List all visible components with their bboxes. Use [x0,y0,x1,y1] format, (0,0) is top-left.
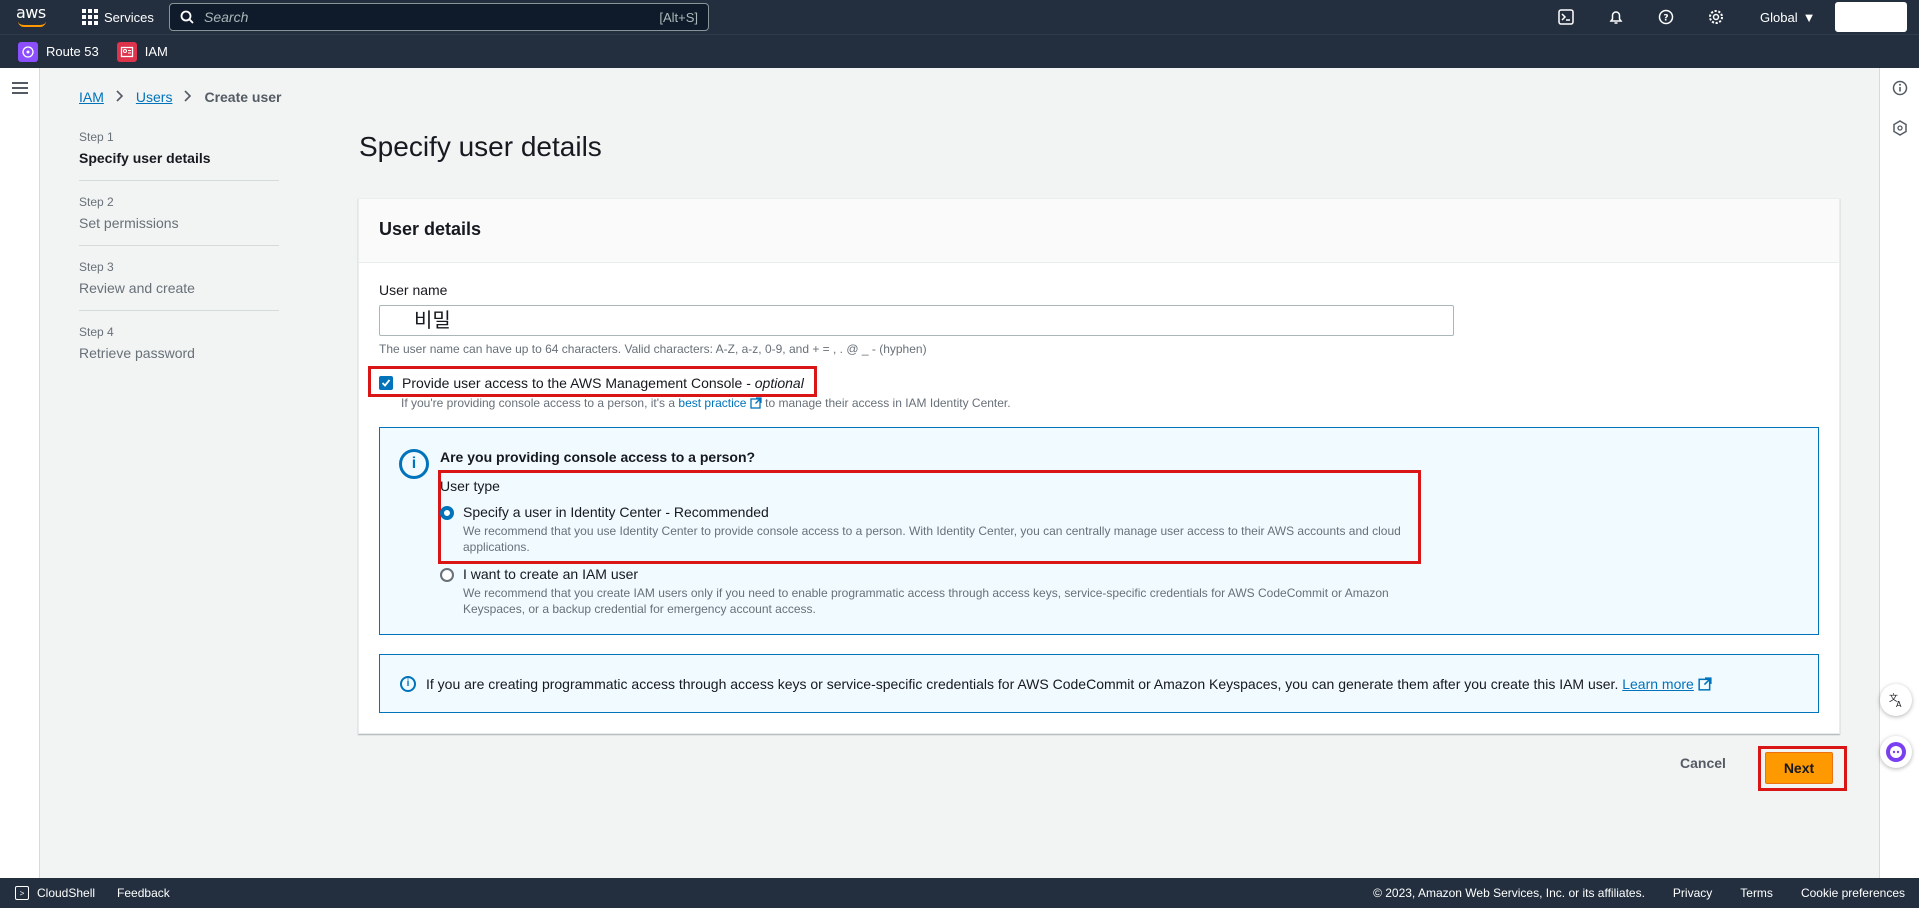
cloudshell-icon: > [15,886,29,900]
learn-more-link[interactable]: Learn more [1622,676,1694,692]
assistant-chat-icon[interactable] [1880,736,1912,768]
favorite-iam[interactable]: IAM [116,41,168,62]
console-access-checkbox[interactable] [379,376,393,390]
footer: > CloudShell Feedback © 2023, Amazon Web… [0,878,1919,908]
chevron-right-icon [184,89,192,105]
search-icon [180,10,194,24]
cloudshell-button[interactable]: > CloudShell [15,886,95,900]
cancel-button[interactable]: Cancel [1680,755,1726,771]
services-label: Services [104,9,154,25]
radio-option-identity-center[interactable]: Specify a user in Identity Center - Reco… [440,504,1423,555]
wizard-step-1[interactable]: Step 1 Specify user details [79,130,279,181]
radio-option-description: We recommend that you create IAM users o… [463,586,1389,616]
hexagon-settings-icon[interactable] [1892,120,1908,139]
route53-service-icon [18,41,38,62]
favorite-route53[interactable]: Route 53 [18,41,99,62]
step-number: Step 4 [79,325,114,339]
favorite-label: IAM [144,44,168,59]
breadcrumb-iam-link[interactable]: IAM [79,89,104,105]
info-box-title: Are you providing console access to a pe… [440,449,756,465]
next-button[interactable]: Next [1765,752,1833,784]
step-label: Specify user details [79,150,211,166]
wizard-steps: Step 1 Specify user details Step 2 Set p… [79,130,279,389]
radio-option-title: Specify a user in Identity Center - Reco… [463,504,769,520]
account-menu[interactable] [1835,2,1907,32]
breadcrumb-users-link[interactable]: Users [136,89,173,105]
radio-option-iam-user[interactable]: I want to create an IAM user We recommen… [440,566,1423,617]
radio-button[interactable] [440,568,454,582]
step-label: Review and create [79,280,195,296]
cloudshell-icon[interactable] [1556,7,1576,27]
left-rail [0,68,40,878]
settings-gear-icon[interactable] [1706,7,1726,27]
console-access-hint: If you're providing console access to a … [401,396,1011,410]
radio-option-description: We recommend that you use Identity Cente… [463,524,1401,554]
info-panel-icon[interactable] [1892,80,1908,99]
radio-button-selected[interactable] [440,506,454,520]
favorite-label: Route 53 [46,44,99,59]
step-label: Retrieve password [79,345,195,361]
step-number: Step 2 [79,195,114,209]
hamburger-menu-icon[interactable] [12,82,28,94]
iam-service-icon [116,41,137,62]
region-selector[interactable]: Global ▼ [1760,0,1815,34]
help-icon[interactable]: ? [1656,7,1676,27]
translate-icon[interactable]: 文A [1880,684,1912,716]
panel-header: User details [359,199,1839,263]
breadcrumb-current: Create user [204,89,282,105]
breadcrumb: IAM Users Create user [79,89,282,105]
aws-logo-text: aws [16,3,46,22]
user-name-label: User name [379,282,448,298]
svg-text:A: A [1896,700,1902,709]
feedback-link[interactable]: Feedback [117,886,170,900]
page-title: Specify user details [359,131,602,162]
terms-link[interactable]: Terms [1740,886,1773,900]
user-name-input[interactable]: 비밀 [379,305,1454,336]
grid-icon [82,9,98,25]
aws-logo[interactable]: aws [16,5,50,29]
wizard-step-3[interactable]: Step 3 Review and create [79,260,279,311]
svg-text:?: ? [1663,14,1668,24]
step-number: Step 3 [79,260,114,274]
info-icon: i [400,675,416,692]
radio-option-title: I want to create an IAM user [463,566,639,582]
services-menu-button[interactable]: Services [82,0,154,34]
external-link-icon [1698,676,1712,691]
cloudshell-label: CloudShell [37,886,96,900]
notifications-bell-icon[interactable] [1606,7,1626,27]
caret-down-icon: ▼ [1802,9,1816,25]
aws-smile-icon [18,21,46,27]
cookie-preferences-link[interactable]: Cookie preferences [1801,886,1905,900]
search-placeholder: Search [204,9,249,25]
favorites-bar: Route 53 IAM [0,34,1919,68]
search-input[interactable]: Search [Alt+S] [169,3,709,31]
programmatic-access-note: i If you are creating programmatic acces… [379,654,1819,713]
note-text: If you are creating programmatic access … [426,675,1619,692]
search-shortcut: [Alt+S] [659,9,698,25]
top-navigation: aws Services Search [Alt+S] ? Global ▼ [0,0,1919,34]
privacy-link[interactable]: Privacy [1673,886,1712,900]
console-access-label: Provide user access to the AWS Managemen… [402,375,804,391]
region-label: Global [1760,9,1798,25]
step-label: Set permissions [79,215,179,231]
best-practice-link[interactable]: best practice [678,396,746,410]
optional-label: optional [754,375,804,391]
info-icon: i [399,449,429,479]
user-name-hint: The user name can have up to 64 characte… [379,342,927,356]
wizard-step-2[interactable]: Step 2 Set permissions [79,195,279,246]
step-number: Step 1 [79,130,114,144]
chevron-right-icon [116,89,124,105]
user-type-label: User type [440,478,500,494]
console-access-checkbox-row[interactable]: Provide user access to the AWS Managemen… [379,375,804,391]
copyright-text: © 2023, Amazon Web Services, Inc. or its… [1373,886,1645,900]
wizard-step-4[interactable]: Step 4 Retrieve password [79,325,279,375]
external-link-icon [750,397,762,409]
